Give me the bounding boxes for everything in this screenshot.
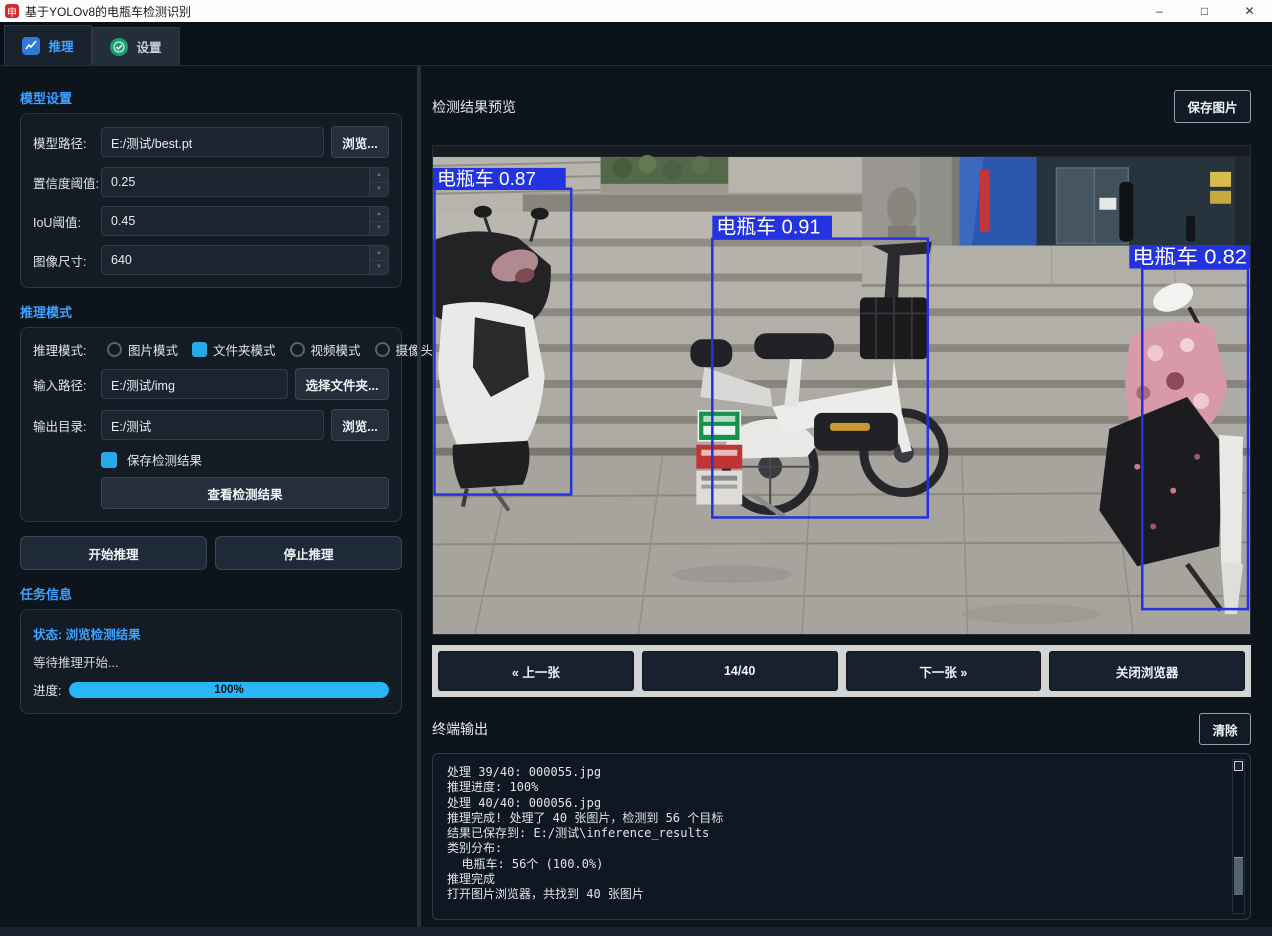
- tab-settings[interactable]: 设置: [92, 27, 180, 65]
- maximize-button[interactable]: □: [1182, 0, 1227, 22]
- spin-up-icon[interactable]: ▲: [370, 246, 388, 261]
- tab-settings-label: 设置: [136, 41, 162, 55]
- image-nav-bar: « 上一张 14/40 下一张 » 关闭浏览器: [432, 645, 1251, 697]
- terminal-scrollbar[interactable]: [1232, 759, 1245, 914]
- progress-bar: 100%: [69, 681, 389, 698]
- image-size-label: 图像尺寸:: [33, 254, 87, 269]
- save-results-label[interactable]: 保存检测结果: [127, 450, 202, 469]
- terminal-line: 推理进度: 100%: [447, 780, 539, 795]
- window-controls: – □ ✕: [1137, 0, 1272, 22]
- spin-down-icon[interactable]: ▼: [370, 182, 388, 196]
- radio-folder-mode[interactable]: [192, 342, 208, 357]
- detection-label: 电瓶车 0.82: [1132, 246, 1247, 269]
- app-icon: 申: [5, 4, 19, 19]
- spin-down-icon[interactable]: ▼: [370, 221, 388, 235]
- bottom-strip: [0, 927, 1272, 936]
- settings-check-icon: [110, 37, 129, 56]
- image-size-spinner[interactable]: 640 ▲ ▼: [101, 245, 389, 275]
- preview-title: 检测结果预览: [432, 98, 516, 115]
- spin-up-icon[interactable]: ▲: [370, 207, 388, 222]
- terminal-line: 处理 39/40: 000055.jpg: [447, 765, 602, 779]
- inference-mode-group: 推理模式: 图片模式 文件夹模式 视频模式 摄像头模式 输入路径: 选择文件夹.…: [20, 327, 458, 522]
- model-browse-button[interactable]: 浏览...: [331, 126, 389, 158]
- tab-inference-label: 推理: [48, 40, 74, 54]
- next-image-button[interactable]: 下一张 »: [845, 651, 1042, 691]
- input-path-label: 输入路径:: [33, 378, 87, 393]
- progress-label: 进度:: [33, 684, 62, 698]
- model-settings-title: 模型设置: [20, 91, 73, 106]
- confidence-spinner[interactable]: 0.25 ▲ ▼: [101, 167, 389, 197]
- radio-video-mode-label[interactable]: 视频模式: [311, 340, 361, 359]
- terminal-line: 打开图片浏览器，共找到 40 张图片: [447, 887, 644, 902]
- save-image-button[interactable]: 保存图片: [1174, 90, 1251, 123]
- radio-video-mode[interactable]: [289, 342, 305, 357]
- tab-bar: 推理 设置: [0, 22, 1272, 66]
- output-browse-button[interactable]: 浏览...: [331, 409, 389, 441]
- terminal-line: 推理完成: [447, 872, 496, 887]
- output-dir-label: 输出目录:: [33, 419, 87, 434]
- save-results-checkbox[interactable]: [101, 451, 117, 468]
- radio-image-mode-label[interactable]: 图片模式: [128, 340, 178, 359]
- model-settings-group: 模型路径: 浏览... 置信度阈值: 0.25 ▲▼ IoU阈值: 0.45 ▲…: [20, 113, 402, 288]
- minimize-button[interactable]: –: [1137, 0, 1182, 22]
- panel-splitter[interactable]: [417, 66, 421, 936]
- stop-inference-button[interactable]: 停止推理: [215, 536, 402, 570]
- scrollbar-thumb[interactable]: [1234, 857, 1243, 895]
- progress-fill: 100%: [69, 681, 389, 698]
- radio-image-mode[interactable]: [107, 342, 122, 357]
- detection-label: 电瓶车 0.91: [716, 216, 820, 239]
- confidence-value: 0.25: [111, 175, 136, 189]
- terminal-line: 电瓶车: 56个 (100.0%): [447, 856, 604, 871]
- close-button[interactable]: ✕: [1227, 0, 1272, 22]
- radio-folder-mode-label[interactable]: 文件夹模式: [213, 340, 276, 359]
- terminal-line: 类别分布:: [447, 841, 503, 856]
- preview-image: 电瓶车 0.87 电瓶车 0.91 电瓶车 0.82: [432, 145, 1251, 635]
- task-info-group: 状态: 浏览检测结果 等待推理开始... 进度: 100%: [20, 609, 402, 714]
- terminal-line: 处理 40/40: 000056.jpg: [447, 795, 602, 810]
- tab-inference[interactable]: 推理: [4, 25, 92, 65]
- clear-terminal-button[interactable]: 清除: [1199, 713, 1251, 745]
- detection-label: 电瓶车 0.87: [437, 168, 536, 190]
- choose-folder-button[interactable]: 选择文件夹...: [295, 368, 389, 400]
- terminal-line: 推理完成! 处理了 40 张图片，检测到 56 个目标: [447, 810, 724, 825]
- title-bar: 申 基于YOLOv8的电瓶车检测识别 – □ ✕: [0, 0, 1272, 22]
- iou-spinner[interactable]: 0.45 ▲ ▼: [101, 206, 389, 236]
- iou-label: IoU阈值:: [33, 215, 81, 230]
- iou-value: 0.45: [111, 214, 136, 228]
- status-text: 状态: 浏览检测结果: [33, 628, 141, 642]
- radio-camera-mode[interactable]: [374, 342, 390, 357]
- inference-chart-icon: [22, 36, 41, 55]
- detection-photo: 电瓶车 0.87 电瓶车 0.91 电瓶车 0.82: [433, 146, 1250, 634]
- spin-down-icon[interactable]: ▼: [370, 260, 388, 274]
- model-path-label: 模型路径:: [33, 136, 87, 151]
- confidence-label: 置信度阈值:: [33, 176, 99, 191]
- waiting-text: 等待推理开始...: [33, 656, 119, 670]
- spin-up-icon[interactable]: ▲: [370, 168, 388, 183]
- image-size-value: 640: [111, 253, 132, 267]
- window-title: 基于YOLOv8的电瓶车检测识别: [25, 4, 192, 19]
- image-counter: 14/40: [641, 651, 838, 691]
- inference-mode-title: 推理模式: [20, 305, 73, 320]
- terminal-line: 结果已保存到: E:/测试\inference_results: [447, 826, 710, 841]
- close-browser-button[interactable]: 关闭浏览器: [1049, 651, 1245, 691]
- view-results-button[interactable]: 查看检测结果: [101, 477, 389, 509]
- start-inference-button[interactable]: 开始推理: [20, 536, 207, 570]
- prev-image-button[interactable]: « 上一张: [438, 651, 634, 691]
- preview-panel: 检测结果预览 保存图片 电瓶车 0.87 电瓶车 0.91 电瓶车 0.82 «…: [432, 66, 1251, 936]
- scroll-up-icon[interactable]: [1234, 761, 1243, 771]
- terminal-output[interactable]: 处理 39/40: 000055.jpg 推理进度: 100% 处理 40/40…: [432, 753, 1251, 920]
- terminal-title: 终端输出: [432, 721, 488, 737]
- task-info-title: 任务信息: [20, 587, 73, 602]
- mode-label: 推理模式:: [33, 344, 87, 358]
- control-panel: 模型设置 模型路径: 浏览... 置信度阈值: 0.25 ▲▼ IoU阈值: 0…: [0, 66, 458, 936]
- model-path-input[interactable]: [101, 127, 324, 157]
- output-dir-input[interactable]: [101, 410, 324, 440]
- input-path-input[interactable]: [101, 369, 288, 399]
